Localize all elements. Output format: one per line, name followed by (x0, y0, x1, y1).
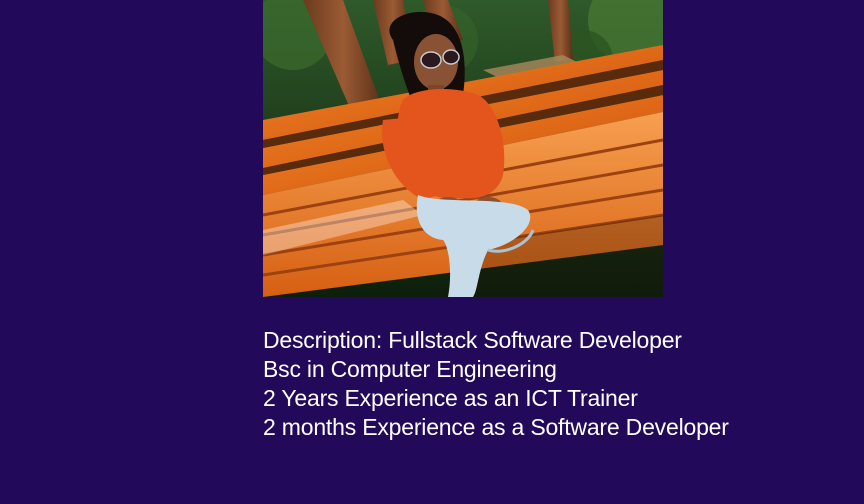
description-line-trainer-experience: 2 Years Experience as an ICT Trainer (263, 385, 638, 411)
profile-photo (263, 0, 663, 297)
description-line-developer-experience: 2 months Experience as a Software Develo… (263, 414, 729, 440)
profile-photo-image (263, 0, 663, 297)
page-background: Description: Fullstack Software Develope… (0, 0, 864, 504)
description-line-degree: Bsc in Computer Engineering (263, 356, 557, 382)
description-line-role: Description: Fullstack Software Develope… (263, 327, 682, 353)
profile-description: Description: Fullstack Software Develope… (263, 326, 823, 442)
